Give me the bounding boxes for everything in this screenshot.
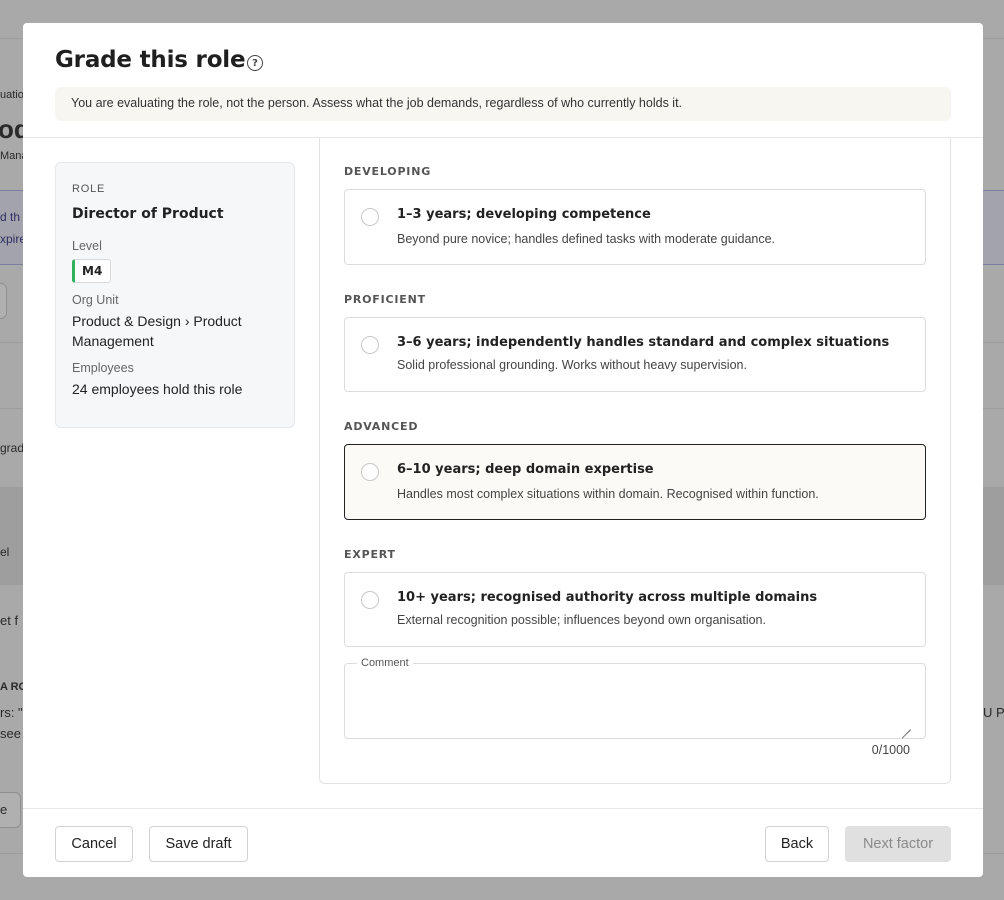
- option-description: Beyond pure novice; handles defined task…: [397, 232, 776, 246]
- radio-developing[interactable]: [361, 208, 379, 226]
- comment-label: Comment: [357, 657, 413, 669]
- option-advanced[interactable]: 6–10 years; deep domain expertise Handle…: [344, 444, 926, 520]
- bg-button: [0, 283, 7, 319]
- bg-text: grad: [0, 441, 25, 455]
- cancel-button[interactable]: Cancel: [55, 826, 133, 862]
- option-developing[interactable]: 1–3 years; developing competence Beyond …: [344, 189, 926, 265]
- modal-title: Grade this role: [55, 47, 246, 73]
- org-unit-value: Product & Design › Product Management: [72, 313, 242, 349]
- option-title: 1–3 years; developing competence: [397, 207, 651, 222]
- option-proficient[interactable]: 3–6 years; independently handles standar…: [344, 317, 926, 392]
- bg-text: d th: [0, 210, 21, 224]
- option-description: External recognition possible; influence…: [397, 613, 766, 627]
- role-summary-card: ROLE Director of Product Level M4 Org Un…: [55, 162, 295, 428]
- evaluation-notice: You are evaluating the role, not the per…: [55, 87, 951, 121]
- level-heading-developing: DEVELOPING: [344, 165, 432, 178]
- level-label: Level: [72, 239, 102, 253]
- option-title: 3–6 years; independently handles standar…: [397, 335, 890, 350]
- radio-proficient[interactable]: [361, 336, 379, 354]
- bg-text: U P: [983, 705, 1004, 720]
- factor-levels-panel[interactable]: DEVELOPING 1–3 years; developing compete…: [319, 138, 951, 784]
- modal-footer: Cancel Save draft Back Next factor: [23, 808, 983, 877]
- level-heading-expert: EXPERT: [344, 548, 396, 561]
- resize-grip-icon[interactable]: [901, 720, 911, 730]
- radio-expert[interactable]: [361, 591, 379, 609]
- org-unit-label: Org Unit: [72, 293, 119, 307]
- bg-text: et f: [0, 613, 19, 628]
- comment-field[interactable]: Comment: [344, 657, 926, 739]
- option-expert[interactable]: 10+ years; recognised authority across m…: [344, 572, 926, 647]
- next-factor-button[interactable]: Next factor: [845, 826, 951, 862]
- radio-advanced[interactable]: [361, 463, 379, 481]
- option-title: 10+ years; recognised authority across m…: [397, 590, 818, 605]
- save-draft-button[interactable]: Save draft: [149, 826, 248, 862]
- bg-text: uatio: [0, 89, 24, 101]
- modal-header: Grade this role ? You are evaluating the…: [23, 23, 983, 138]
- question-circle-icon[interactable]: ?: [247, 55, 263, 71]
- bg-text: see: [0, 726, 21, 741]
- bg-text: el: [0, 545, 10, 559]
- grade-role-modal: Grade this role ? You are evaluating the…: [23, 23, 983, 877]
- level-heading-proficient: PROFICIENT: [344, 293, 426, 306]
- role-caption: ROLE: [72, 183, 106, 195]
- employees-label: Employees: [72, 361, 134, 375]
- option-title: 6–10 years; deep domain expertise: [397, 462, 654, 477]
- level-badge: M4: [72, 259, 112, 283]
- bg-text: e: [0, 802, 8, 817]
- option-description: Solid professional grounding. Works with…: [397, 358, 747, 372]
- option-description: Handles most complex situations within d…: [397, 487, 819, 501]
- comment-char-count: 0/1000: [871, 743, 910, 757]
- bg-text: rs: ": [0, 705, 23, 720]
- role-name: Director of Product: [72, 206, 224, 222]
- back-button[interactable]: Back: [765, 826, 829, 862]
- employees-value: 24 employees hold this role: [72, 381, 243, 397]
- level-heading-advanced: ADVANCED: [344, 420, 419, 433]
